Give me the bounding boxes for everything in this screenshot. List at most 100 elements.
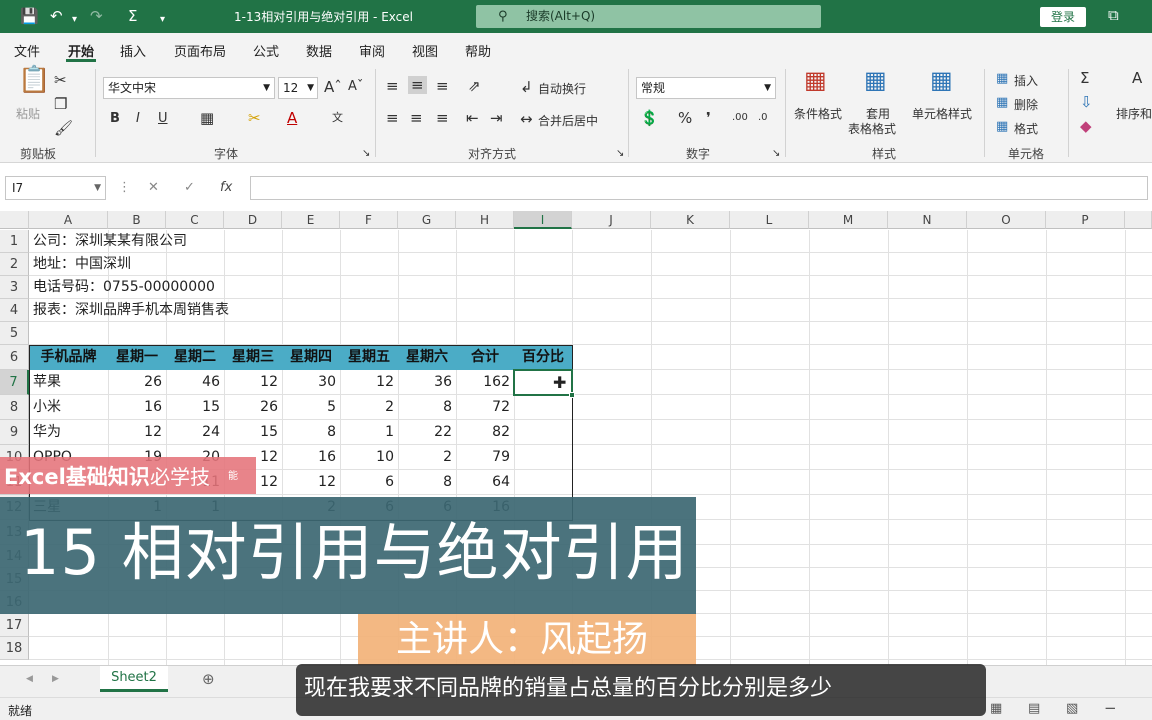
row-header[interactable]: 2 [0,253,29,276]
undo-icon[interactable]: ↶ [50,7,63,25]
table-cell[interactable]: 26 [108,370,166,395]
table-cell[interactable] [514,395,572,420]
tab-page-layout[interactable]: 页面布局 [174,41,226,60]
column-header[interactable]: N [888,211,967,229]
table-cell[interactable]: 16 [108,395,166,420]
table-cell[interactable]: 64 [456,470,514,495]
cut-icon[interactable]: ✂ [54,71,67,89]
table-cell[interactable] [514,420,572,445]
phonetic-icon[interactable]: 文 [332,109,343,127]
tab-formulas[interactable]: 公式 [253,41,279,60]
scroll-right-icon[interactable]: ▶ [52,674,59,684]
table-cell[interactable]: 79 [456,445,514,470]
format-as-table-icon[interactable]: ▦ [864,68,887,92]
table-cell[interactable]: 小米 [29,395,108,420]
column-header[interactable]: B [108,211,166,229]
increase-font-icon[interactable]: Aˆ [324,78,342,96]
tab-insert[interactable]: 插入 [120,41,146,60]
select-all-corner[interactable] [0,211,29,229]
column-header[interactable]: P [1046,211,1125,229]
delete-cells-icon[interactable]: ▦ [996,94,1008,112]
align-top-icon[interactable]: ≡ [386,77,399,95]
row-header[interactable]: 18 [0,637,29,660]
redo-icon[interactable]: ↷ [90,7,103,25]
table-cell[interactable]: 30 [282,370,340,395]
table-cell[interactable] [514,470,572,495]
row-header[interactable]: 4 [0,299,29,322]
format-as-table-button-line2[interactable]: 表格格式 [848,120,896,137]
fill-color-icon[interactable]: ✂ [248,109,261,127]
clear-icon[interactable]: ◆ [1080,117,1092,135]
table-cell[interactable]: 26 [224,395,282,420]
table-cell[interactable]: 22 [398,420,456,445]
italic-button[interactable]: I [136,110,140,128]
conditional-format-icon[interactable]: ▦ [804,68,827,92]
column-header[interactable]: M [809,211,888,229]
login-button[interactable]: 登录 [1040,7,1086,27]
column-header[interactable]: C [166,211,224,229]
align-center-icon[interactable]: ≡ [410,109,423,127]
table-cell[interactable]: 8 [282,420,340,445]
table-cell[interactable]: 华为 [29,420,108,445]
increase-decimal-icon[interactable]: .00 [732,109,748,127]
table-cell[interactable]: 12 [340,370,398,395]
decrease-decimal-icon[interactable]: .0 [758,109,768,127]
column-header[interactable]: K [651,211,730,229]
row-header[interactable]: 3 [0,276,29,299]
underline-button[interactable]: U [158,110,168,128]
font-size-select[interactable]: 12 ▼ [278,77,318,99]
merge-center-icon[interactable]: ↔ [520,110,533,128]
copy-icon[interactable]: ❐ [54,95,67,113]
font-color-icon[interactable]: A [287,109,297,127]
accounting-format-icon[interactable]: 💲 [640,109,659,127]
number-dialog-launcher-icon[interactable]: ↘ [772,145,780,163]
table-cell[interactable]: 8 [398,395,456,420]
align-left-icon[interactable]: ≡ [386,109,399,127]
format-cells-icon[interactable]: ▦ [996,118,1008,136]
comma-style-icon[interactable]: ❜ [706,109,711,127]
decrease-indent-icon[interactable]: ⇤ [466,109,479,127]
font-dialog-launcher-icon[interactable]: ↘ [362,145,370,163]
table-cell[interactable]: 72 [456,395,514,420]
wrap-text-button[interactable]: 自动换行 [538,80,586,97]
paste-icon[interactable]: 📋 [18,67,50,93]
table-cell[interactable]: 2 [340,395,398,420]
cell-phone[interactable]: 电话号码：0755-00000000 [33,276,433,299]
table-cell[interactable]: 24 [166,420,224,445]
table-cell[interactable]: 12 [224,370,282,395]
tab-help[interactable]: 帮助 [465,41,491,60]
column-header[interactable]: J [572,211,651,229]
tab-data[interactable]: 数据 [306,41,332,60]
enter-icon[interactable]: ✓ [184,180,195,195]
customize-qat-icon[interactable]: ▾ [160,11,165,29]
cell-styles-button[interactable]: 单元格样式 [912,105,972,122]
sheet-tab-sheet2[interactable]: Sheet2 [100,666,168,692]
search-box[interactable]: ⚲ 搜索(Alt+Q) [476,5,821,28]
table-cell[interactable]: 36 [398,370,456,395]
table-cell[interactable]: 8 [398,470,456,495]
table-cell[interactable]: 6 [340,470,398,495]
number-format-select[interactable]: 常规 ▼ [636,77,776,99]
column-header[interactable]: D [224,211,282,229]
align-bottom-icon[interactable]: ≡ [436,77,449,95]
format-painter-icon[interactable]: 🖌 [54,119,73,137]
autosum-icon[interactable]: Σ [1080,69,1089,87]
decrease-font-icon[interactable]: Aˇ [348,78,363,96]
row-header-selected[interactable]: 7 [0,370,29,395]
percent-style-icon[interactable]: % [678,109,692,127]
table-cell[interactable]: 12 [108,420,166,445]
sort-filter-icon[interactable]: A [1132,69,1142,87]
table-cell[interactable]: 15 [166,395,224,420]
table-cell[interactable]: 15 [224,420,282,445]
row-header[interactable]: 17 [0,614,29,637]
wrap-text-icon[interactable]: ↲ [520,78,533,96]
cancel-icon[interactable]: ✕ [148,180,159,195]
name-box[interactable]: I7 ▼ [5,176,106,200]
table-cell[interactable]: 5 [282,395,340,420]
table-cell[interactable]: 1 [340,420,398,445]
table-cell[interactable]: 苹果 [29,370,108,395]
tab-home[interactable]: 开始 [68,41,94,60]
cell-styles-icon[interactable]: ▦ [930,68,953,92]
font-name-select[interactable]: 华文中宋 ▼ [103,77,275,99]
cell-address[interactable]: 地址：中国深圳 [33,253,433,276]
